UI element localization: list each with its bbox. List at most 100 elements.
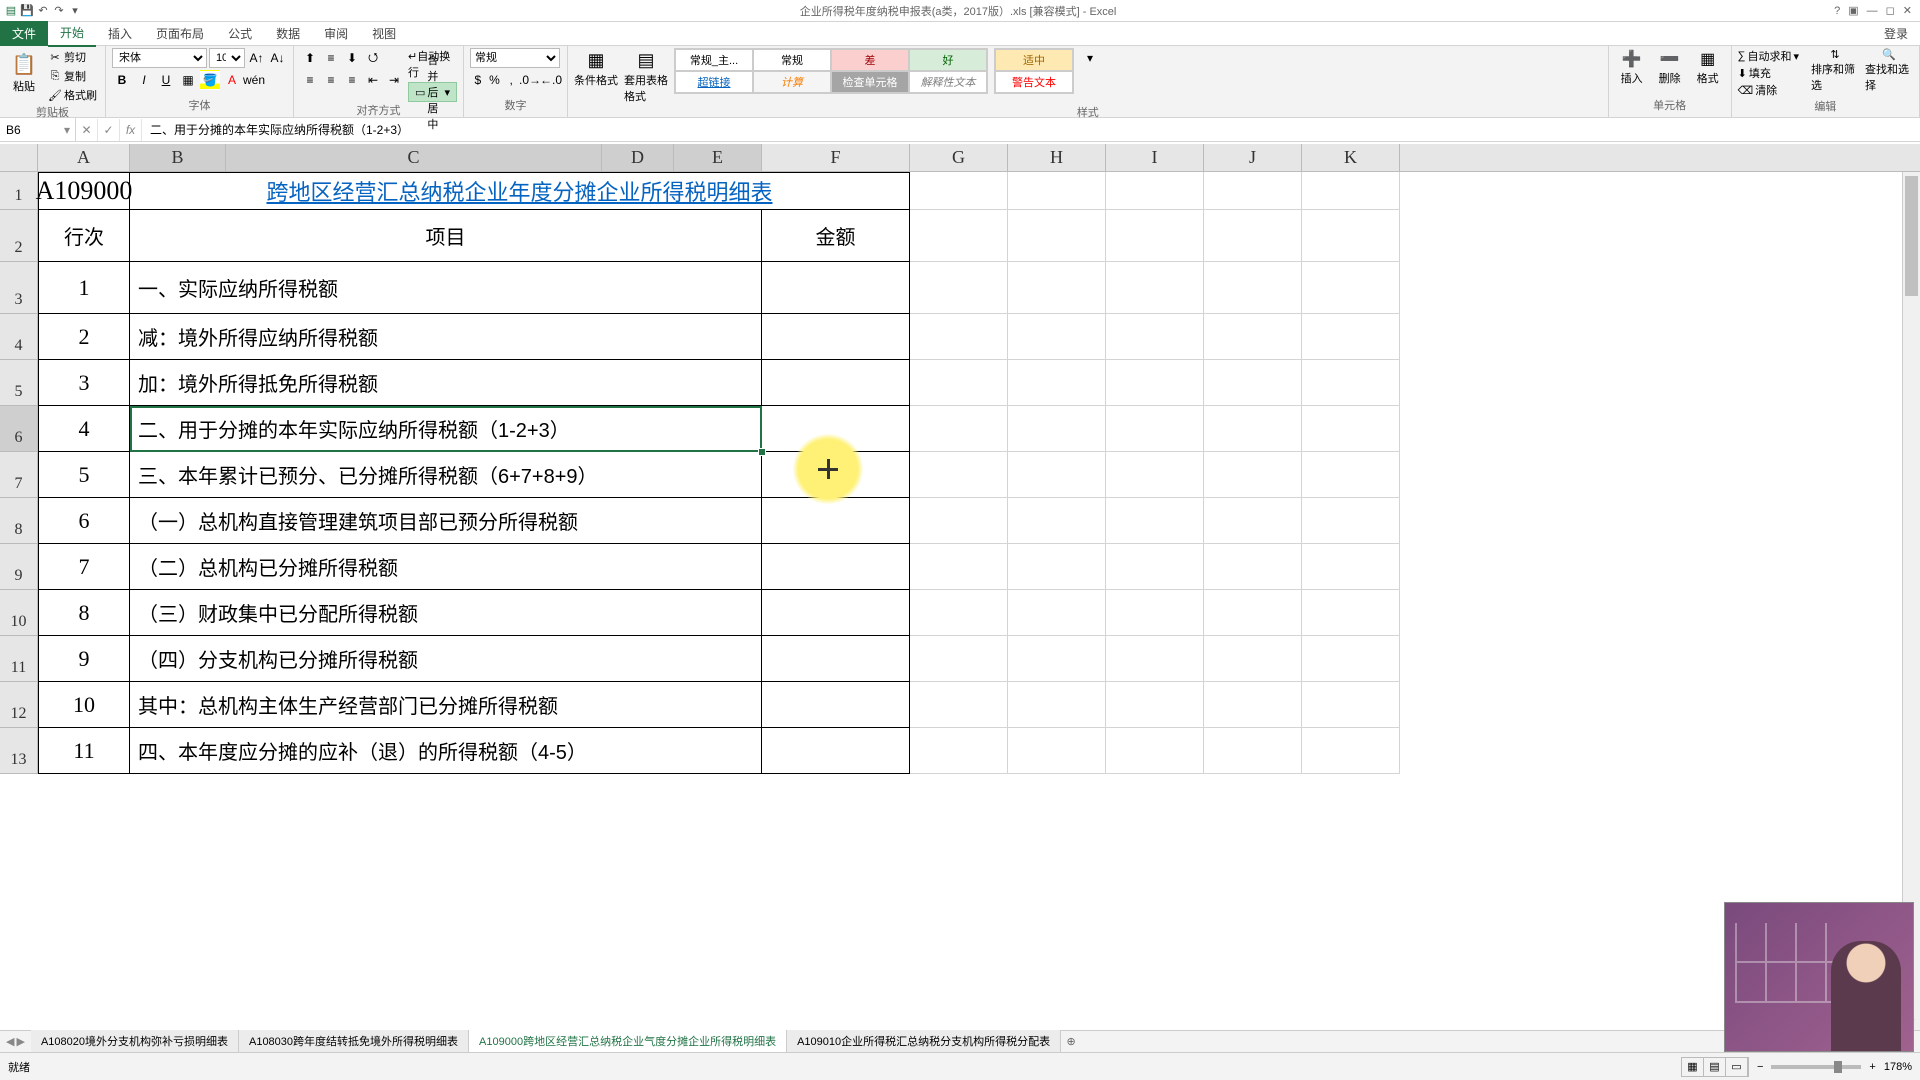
cell[interactable] bbox=[1008, 544, 1106, 590]
cell[interactable] bbox=[1008, 452, 1106, 498]
column-header-D[interactable]: D bbox=[602, 144, 674, 171]
cell[interactable] bbox=[1008, 262, 1106, 314]
cell[interactable] bbox=[1302, 682, 1400, 728]
currency-icon[interactable]: $ bbox=[470, 70, 486, 90]
cell[interactable] bbox=[1204, 360, 1302, 406]
align-top-icon[interactable]: ⬆ bbox=[300, 48, 320, 68]
cell-styles-gallery-2[interactable]: 适中 警告文本 bbox=[994, 48, 1074, 94]
cell[interactable] bbox=[1008, 360, 1106, 406]
row-header[interactable]: 7 bbox=[0, 452, 38, 498]
cell[interactable] bbox=[1008, 172, 1106, 210]
cell[interactable] bbox=[1204, 314, 1302, 360]
autosum-button[interactable]: ∑自动求和▾ bbox=[1738, 48, 1799, 64]
cell[interactable] bbox=[1008, 728, 1106, 774]
cell[interactable] bbox=[1302, 210, 1400, 262]
column-header-I[interactable]: I bbox=[1106, 144, 1204, 171]
style-normal[interactable]: 常规 bbox=[753, 49, 831, 71]
tab-formulas[interactable]: 公式 bbox=[216, 21, 264, 46]
name-box-dropdown-icon[interactable]: ▾ bbox=[64, 123, 70, 137]
login-link[interactable]: 登录 bbox=[1884, 25, 1920, 42]
ribbon-display-icon[interactable]: ▣ bbox=[1848, 4, 1858, 17]
minimize-icon[interactable]: — bbox=[1867, 5, 1878, 17]
cell[interactable] bbox=[910, 544, 1008, 590]
cell[interactable] bbox=[1008, 406, 1106, 452]
cell[interactable] bbox=[1106, 636, 1204, 682]
cell[interactable] bbox=[1106, 210, 1204, 262]
normal-view-icon[interactable]: ▦ bbox=[1682, 1058, 1704, 1076]
cell[interactable] bbox=[1302, 728, 1400, 774]
percent-icon[interactable]: % bbox=[487, 70, 503, 90]
cell[interactable] bbox=[910, 498, 1008, 544]
underline-button[interactable]: U bbox=[156, 70, 176, 90]
fill-handle[interactable] bbox=[758, 448, 766, 456]
decrease-font-icon[interactable]: A↓ bbox=[268, 48, 287, 68]
row-amount[interactable] bbox=[762, 636, 910, 682]
cell[interactable] bbox=[1204, 636, 1302, 682]
increase-indent-icon[interactable]: ⇥ bbox=[384, 70, 404, 90]
copy-button[interactable]: ⎘复制 bbox=[46, 67, 99, 85]
merge-center-button[interactable]: ▭合并后居中▾ bbox=[408, 82, 457, 102]
cell[interactable] bbox=[1204, 210, 1302, 262]
format-cells-button[interactable]: ▦格式 bbox=[1691, 48, 1725, 86]
cell[interactable] bbox=[1204, 544, 1302, 590]
page-layout-view-icon[interactable]: ▤ bbox=[1704, 1058, 1726, 1076]
decrease-indent-icon[interactable]: ⇤ bbox=[363, 70, 383, 90]
orientation-icon[interactable]: ⭯ bbox=[363, 48, 383, 68]
row-header[interactable]: 4 bbox=[0, 314, 38, 360]
column-header-B[interactable]: B bbox=[130, 144, 226, 171]
increase-decimal-icon[interactable]: .0→ bbox=[520, 70, 540, 90]
row-header[interactable]: 8 bbox=[0, 498, 38, 544]
row-amount[interactable] bbox=[762, 682, 910, 728]
style-normal-main[interactable]: 常规_主... bbox=[675, 49, 753, 71]
cell[interactable] bbox=[1204, 262, 1302, 314]
cell[interactable] bbox=[1008, 682, 1106, 728]
cell[interactable] bbox=[1302, 636, 1400, 682]
sheet-tab[interactable]: A108020境外分支机构弥补亏损明细表 bbox=[31, 1030, 239, 1054]
zoom-level[interactable]: 178% bbox=[1884, 1061, 1912, 1073]
clear-button[interactable]: ⌫清除 bbox=[1738, 82, 1799, 98]
find-select-button[interactable]: 🔍查找和选择 bbox=[1865, 48, 1913, 93]
page-break-view-icon[interactable]: ▭ bbox=[1726, 1058, 1748, 1076]
cell[interactable] bbox=[910, 682, 1008, 728]
format-as-table-button[interactable]: ▤套用表格格式 bbox=[624, 48, 668, 104]
help-icon[interactable]: ? bbox=[1834, 5, 1840, 17]
cell[interactable] bbox=[1302, 360, 1400, 406]
cell-styles-gallery[interactable]: 常规_主... 常规 差 好 超链接 计算 检查单元格 解释性文本 bbox=[674, 48, 988, 94]
sheet-tab[interactable]: A109010企业所得税汇总纳税分支机构所得税分配表 bbox=[787, 1030, 1061, 1054]
cell[interactable] bbox=[910, 590, 1008, 636]
column-header-A[interactable]: A bbox=[38, 144, 130, 171]
conditional-format-button[interactable]: ▦条件格式 bbox=[574, 48, 618, 88]
style-check[interactable]: 检查单元格 bbox=[831, 71, 909, 93]
tab-data[interactable]: 数据 bbox=[264, 21, 312, 46]
row-amount[interactable] bbox=[762, 728, 910, 774]
cell[interactable] bbox=[1106, 544, 1204, 590]
cell[interactable] bbox=[1302, 452, 1400, 498]
align-center-icon[interactable]: ≡ bbox=[321, 70, 341, 90]
row-amount[interactable] bbox=[762, 314, 910, 360]
fill-color-button[interactable]: 🪣 bbox=[200, 70, 220, 90]
cell[interactable] bbox=[1106, 498, 1204, 544]
fill-button[interactable]: ⬇填充 bbox=[1738, 65, 1799, 81]
cut-button[interactable]: ✂剪切 bbox=[46, 48, 99, 66]
column-header-H[interactable]: H bbox=[1008, 144, 1106, 171]
sheet-nav-next-icon[interactable]: ▶ bbox=[16, 1035, 24, 1048]
column-header-E[interactable]: E bbox=[674, 144, 762, 171]
cell[interactable] bbox=[1302, 314, 1400, 360]
cell[interactable] bbox=[1302, 590, 1400, 636]
row-header[interactable]: 12 bbox=[0, 682, 38, 728]
cell[interactable] bbox=[1204, 590, 1302, 636]
enter-formula-icon[interactable]: ✓ bbox=[98, 119, 120, 141]
font-name-select[interactable]: 宋体 bbox=[112, 48, 207, 68]
cell[interactable] bbox=[1106, 172, 1204, 210]
column-header-F[interactable]: F bbox=[762, 144, 910, 171]
row-amount[interactable] bbox=[762, 406, 910, 452]
cell[interactable] bbox=[1204, 682, 1302, 728]
italic-button[interactable]: I bbox=[134, 70, 154, 90]
style-hyperlink[interactable]: 超链接 bbox=[675, 71, 753, 93]
align-right-icon[interactable]: ≡ bbox=[342, 70, 362, 90]
insert-cells-button[interactable]: ➕插入 bbox=[1615, 48, 1649, 86]
delete-cells-button[interactable]: ➖删除 bbox=[1653, 48, 1687, 86]
font-size-select[interactable]: 10 bbox=[209, 48, 245, 68]
style-neutral[interactable]: 适中 bbox=[995, 49, 1073, 71]
bold-button[interactable]: B bbox=[112, 70, 132, 90]
